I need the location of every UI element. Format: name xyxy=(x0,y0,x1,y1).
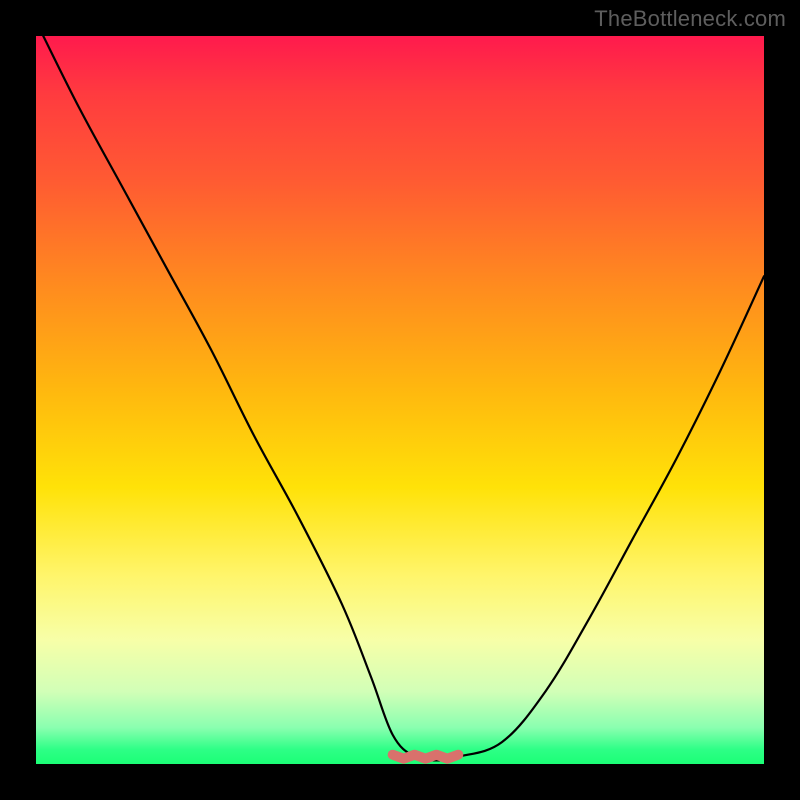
bottleneck-curve xyxy=(43,36,764,760)
curve-svg xyxy=(36,36,764,764)
plot-area xyxy=(36,36,764,764)
watermark-text: TheBottleneck.com xyxy=(594,6,786,32)
chart-container: TheBottleneck.com xyxy=(0,0,800,800)
flat-marker xyxy=(393,755,459,759)
